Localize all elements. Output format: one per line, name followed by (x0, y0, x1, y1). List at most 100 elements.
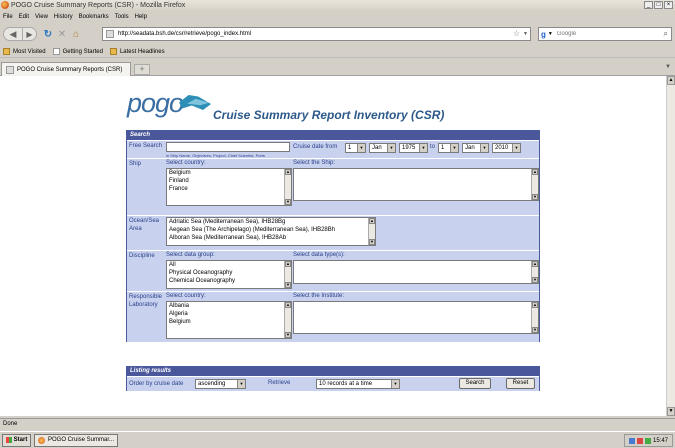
page-scrollbar[interactable]: ▲ ▼ (666, 76, 675, 416)
close-button[interactable]: × (664, 1, 673, 9)
to-year-select[interactable]: 2010 ▼ (492, 143, 521, 153)
search-button[interactable]: Search (459, 378, 491, 389)
data-type-list[interactable]: ▲ ▼ (293, 260, 539, 284)
chevron-down-icon: ▼ (391, 380, 399, 388)
google-engine-icon[interactable]: g (541, 30, 546, 39)
list-item[interactable]: Physical Oceanography (167, 269, 291, 277)
listing-header: Listing results (127, 367, 539, 376)
security-icon[interactable] (636, 437, 643, 444)
scroll-up-icon[interactable]: ▲ (285, 261, 291, 267)
menu-view[interactable]: View (35, 14, 48, 20)
scroll-down-icon[interactable]: ▼ (532, 277, 538, 283)
menu-help[interactable]: Help (135, 14, 147, 20)
list-item[interactable]: Alboran Sea (Mediterranean Sea), IHB28Ab (167, 234, 375, 242)
update-icon[interactable] (644, 437, 651, 444)
to-day-select[interactable]: 1 ▼ (438, 143, 459, 153)
scroll-down-icon[interactable]: ▼ (285, 332, 291, 338)
menu-file[interactable]: File (3, 14, 13, 20)
retrieve-select[interactable]: 10 records at a time ▼ (316, 379, 400, 389)
from-day-select[interactable]: 1 ▼ (345, 143, 366, 153)
reload-icon[interactable]: ↻ (41, 27, 55, 41)
from-year-select[interactable]: 1975 ▼ (399, 143, 428, 153)
address-bar[interactable]: http://seadata.bsh.de/csr/retrieve/pogo_… (102, 27, 531, 41)
menu-tools[interactable]: Tools (115, 14, 129, 20)
list-item[interactable]: Belgium (167, 169, 291, 177)
scrollbar[interactable]: ▲ ▼ (368, 218, 375, 245)
ship-country-label: Select country: (166, 160, 206, 166)
scroll-up-icon[interactable]: ▲ (285, 169, 291, 175)
scroll-up-icon[interactable]: ▲ (532, 169, 538, 175)
home-icon[interactable]: ⌂ (69, 27, 83, 41)
scroll-down-icon[interactable]: ▼ (667, 407, 675, 416)
scroll-up-icon[interactable]: ▲ (285, 302, 291, 308)
chevron-down-icon: ▼ (450, 144, 458, 152)
list-item[interactable]: Adriatic Sea (Mediterranean Sea), IHB28B… (167, 218, 375, 226)
forward-icon[interactable]: ▶ (23, 27, 37, 41)
scroll-down-icon[interactable]: ▼ (532, 327, 538, 333)
maximize-button[interactable]: □ (654, 1, 663, 9)
search-panel: Search Free Search in Ship Name, Objecti… (126, 130, 540, 342)
bookmark-getting-started[interactable]: Getting Started (52, 48, 103, 55)
status-text: Done (3, 421, 18, 427)
scroll-down-icon[interactable]: ▼ (285, 199, 291, 205)
menu-bookmarks[interactable]: Bookmarks (79, 14, 109, 20)
new-tab-button[interactable]: + (134, 64, 150, 75)
scroll-up-icon[interactable]: ▲ (667, 76, 675, 85)
scroll-up-icon[interactable]: ▲ (532, 302, 538, 308)
lab-country-list[interactable]: Albania Algeria Belgium ▲ ▼ (166, 301, 292, 339)
minimize-button[interactable]: _ (644, 1, 653, 9)
scroll-down-icon[interactable]: ▼ (369, 239, 375, 245)
chevron-down-icon: ▼ (237, 380, 245, 388)
tab-pogo[interactable]: POGO Cruise Summary Reports (CSR) (1, 62, 131, 76)
list-item[interactable]: Belgium (167, 318, 291, 326)
menu-edit[interactable]: Edit (19, 14, 29, 20)
bookmark-latest-headlines[interactable]: Latest Headlines (109, 48, 165, 55)
start-button[interactable]: Start (2, 433, 31, 447)
scrollbar[interactable]: ▲ ▼ (284, 261, 291, 288)
scroll-up-icon[interactable]: ▲ (369, 218, 375, 224)
url-text[interactable]: http://seadata.bsh.de/csr/retrieve/pogo_… (118, 31, 251, 37)
search-bar[interactable]: g ▼ ⌕ (538, 27, 672, 41)
scrollbar[interactable]: ▲ ▼ (531, 169, 538, 200)
list-item[interactable]: Chemical Oceanography (167, 277, 291, 285)
taskbar-item-firefox[interactable]: POGO Cruise Summar... (34, 433, 118, 447)
data-type-label: Select data type(s): (293, 252, 345, 258)
scrollbar[interactable]: ▲ ▼ (531, 261, 538, 283)
scroll-down-icon[interactable]: ▼ (532, 194, 538, 200)
scrollbar[interactable]: ▲ ▼ (284, 302, 291, 338)
listing-row: Order by cruise date ascending ▼ Retrieve… (127, 377, 539, 391)
list-item[interactable]: All (167, 261, 291, 269)
pogo-logo: pogo (127, 82, 217, 122)
list-item[interactable]: Finland (167, 177, 291, 185)
scrollbar[interactable]: ▲ ▼ (284, 169, 291, 205)
url-dropdown-icon[interactable]: ▼ (523, 31, 528, 37)
list-item[interactable]: Aegean Sea (The Archipelago) (Mediterran… (167, 226, 375, 234)
from-month-select[interactable]: Jan ▼ (369, 143, 396, 153)
network-icon[interactable] (628, 437, 635, 444)
ship-list[interactable]: ▲ ▼ (293, 168, 539, 201)
list-item[interactable]: Albania (167, 302, 291, 310)
scrollbar[interactable]: ▲ ▼ (531, 302, 538, 333)
institute-list[interactable]: ▲ ▼ (293, 301, 539, 334)
list-item[interactable]: Algeria (167, 310, 291, 318)
stop-icon[interactable]: ✕ (55, 27, 69, 41)
reset-button[interactable]: Reset (506, 378, 535, 389)
to-month-select[interactable]: Jan ▼ (462, 143, 489, 153)
listing-panel: Listing results Order by cruise date asc… (126, 366, 540, 391)
ship-country-list[interactable]: Belgium Finland France ▲ ▼ (166, 168, 292, 206)
free-search-input[interactable] (166, 142, 290, 152)
scroll-down-icon[interactable]: ▼ (285, 282, 291, 288)
ocean-area-list[interactable]: Adriatic Sea (Mediterranean Sea), IHB28B… (166, 217, 376, 246)
search-icon[interactable]: ⌕ (664, 29, 668, 39)
bookmark-star-icon[interactable]: ☆ (513, 29, 520, 38)
data-group-list[interactable]: All Physical Oceanography Chemical Ocean… (166, 260, 292, 289)
list-item[interactable]: France (167, 185, 291, 193)
menu-history[interactable]: History (54, 14, 73, 20)
back-icon[interactable]: ◀ (3, 27, 23, 41)
search-input[interactable] (556, 31, 657, 37)
tab-list-icon[interactable]: ▼ (665, 64, 671, 70)
bookmark-most-visited[interactable]: Most Visited (3, 48, 46, 55)
order-select[interactable]: ascending ▼ (195, 379, 246, 389)
engine-dropdown-icon[interactable]: ▼ (548, 31, 553, 37)
scroll-up-icon[interactable]: ▲ (532, 261, 538, 267)
